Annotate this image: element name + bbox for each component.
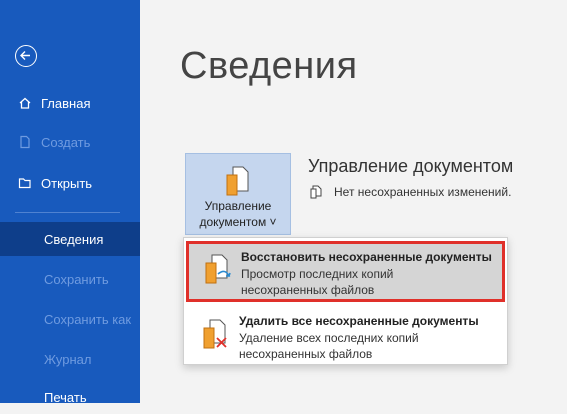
page-title: Сведения <box>180 45 358 87</box>
manage-document-button[interactable]: Управление документом ˅ <box>185 153 291 235</box>
menu-item-desc-line2: несохраненных файлов <box>239 347 373 361</box>
status-text: Нет несохраненных изменений. <box>334 185 512 199</box>
sidebar-item-home[interactable]: Главная <box>0 86 140 120</box>
manage-tile-label-line2: документом ˅ <box>199 215 277 229</box>
back-button[interactable] <box>15 45 37 67</box>
backstage-sidebar: Главная Создать Открыть Сведения Сохрани… <box>0 0 140 405</box>
sidebar-item-save[interactable]: Сохранить <box>0 262 140 296</box>
sidebar-item-open[interactable]: Открыть <box>0 166 140 200</box>
menu-item-desc-line1: Просмотр последних копий <box>241 267 394 281</box>
sidebar-item-print[interactable]: Печать <box>0 380 140 414</box>
document-status-icon <box>310 185 322 199</box>
manage-document-icon <box>226 166 249 196</box>
sidebar-item-label: Журнал <box>44 351 92 367</box>
sidebar-item-label: Сведения <box>44 231 104 247</box>
sidebar-item-info[interactable]: Сведения <box>0 222 140 256</box>
sidebar-item-label: Открыть <box>41 175 93 191</box>
back-arrow-icon <box>20 51 30 60</box>
sidebar-item-label: Сохранить <box>44 271 109 287</box>
menu-item-desc-line2: несохраненных файлов <box>241 283 375 297</box>
menu-item-desc-line1: Удаление всех последних копий <box>239 331 419 345</box>
menu-item-title: Удалить все несохраненные документы <box>239 314 479 328</box>
new-document-icon <box>20 135 30 149</box>
recover-unsaved-item[interactable]: Восстановить несохраненные документы Про… <box>186 241 505 302</box>
sidebar-item-label: Печать <box>44 389 87 405</box>
sidebar-item-label: Главная <box>41 95 91 111</box>
delete-document-icon <box>203 319 227 349</box>
section-title: Управление документом <box>308 156 514 176</box>
delete-unsaved-item[interactable]: Удалить все несохраненные документы Удал… <box>185 305 506 365</box>
sidebar-item-save-as[interactable]: Сохранить как <box>0 302 140 336</box>
menu-item-title: Восстановить несохраненные документы <box>241 250 492 264</box>
sidebar-divider <box>15 212 120 213</box>
recover-document-icon <box>205 254 231 284</box>
sidebar-item-new[interactable]: Создать <box>0 125 140 159</box>
sidebar-item-label: Создать <box>41 134 91 150</box>
manage-tile-label-line1: Управление <box>204 199 272 213</box>
open-folder-icon <box>18 178 31 189</box>
sidebar-item-history[interactable]: Журнал <box>0 342 140 376</box>
status-row: Нет несохраненных изменений. <box>310 185 511 199</box>
sidebar-item-label: Сохранить как <box>44 311 132 327</box>
home-icon <box>19 97 31 109</box>
manage-document-menu: Восстановить несохраненные документы Про… <box>183 237 508 365</box>
